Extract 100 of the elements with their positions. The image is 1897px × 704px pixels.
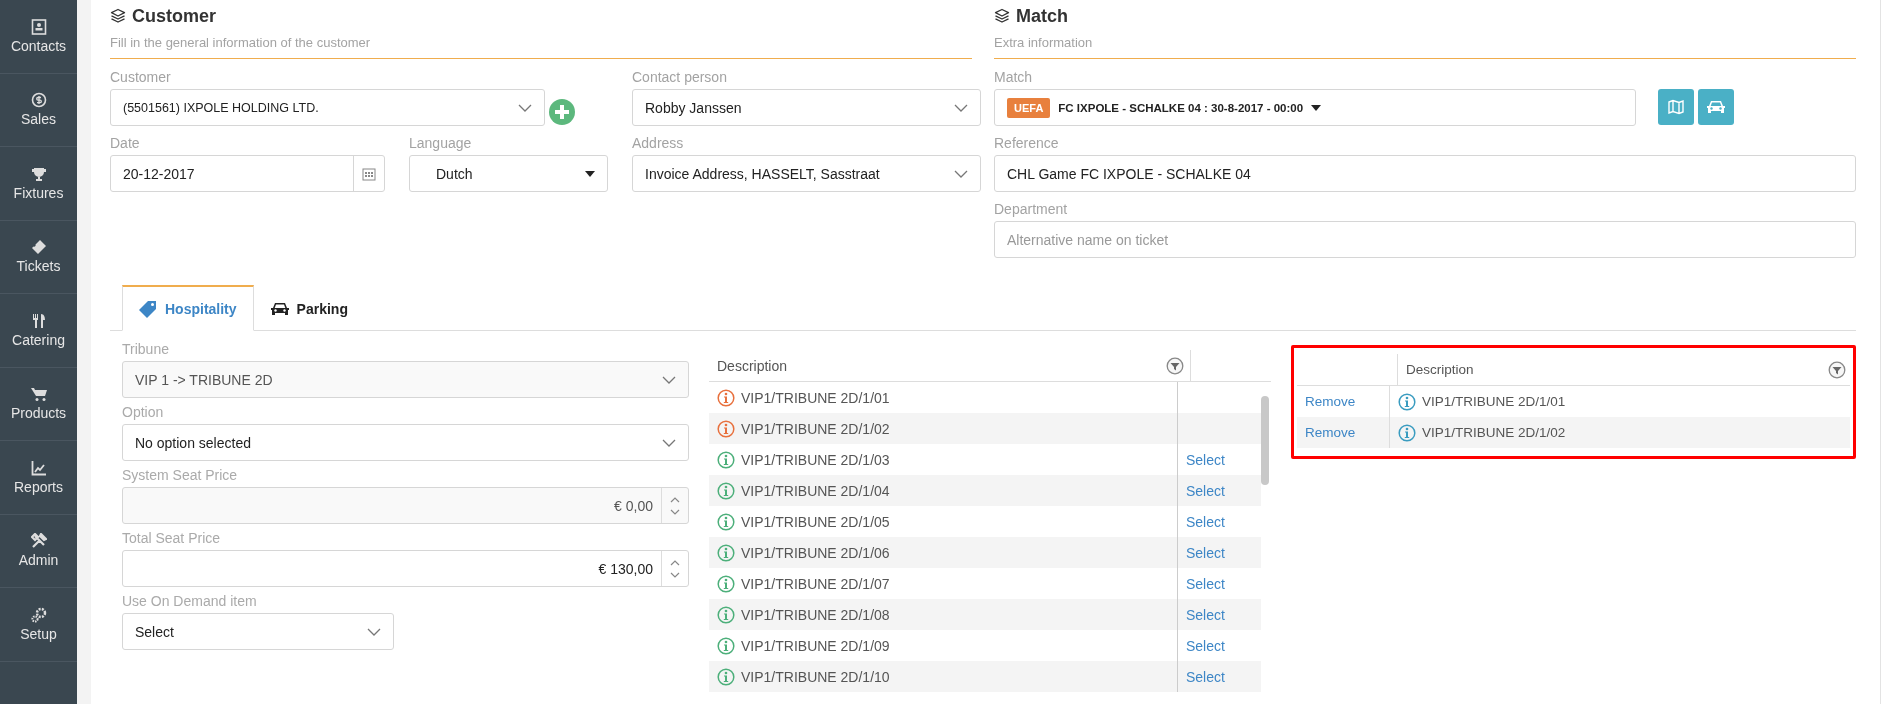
table-cell: VIP1/TRIBUNE 2D/1/07 — [709, 568, 1177, 599]
sidebar-icon — [30, 606, 47, 623]
table-cell: VIP1/TRIBUNE 2D/1/01 — [709, 382, 1177, 413]
layers-icon — [994, 8, 1010, 24]
table-cell: VIP1/TRIBUNE 2D/1/04 — [709, 475, 1177, 506]
info-icon — [717, 667, 735, 686]
info-icon — [717, 512, 735, 531]
table-cell: VIP1/TRIBUNE 2D/1/01 — [1390, 386, 1850, 417]
column-header: Description — [717, 357, 788, 374]
field-label: Language — [409, 135, 472, 151]
address-select[interactable]: Invoice Address, HASSELT, Sasstraat — [632, 155, 981, 192]
chevron-down-icon — [954, 169, 968, 178]
table-cell: VIP1/TRIBUNE 2D/1/06 — [709, 537, 1177, 568]
select-link[interactable]: Select — [1186, 513, 1225, 530]
section-title: Customer — [132, 5, 216, 27]
field-label: Tribune — [122, 341, 169, 357]
contact-person-select[interactable]: Robby Janssen — [632, 89, 981, 126]
select-link[interactable]: Select — [1186, 482, 1225, 499]
sidebar-item[interactable]: Tickets — [0, 220, 77, 294]
competition-badge: UEFA — [1007, 97, 1051, 118]
scrollbar-thumb[interactable] — [1261, 396, 1269, 485]
sidebar-icon — [30, 165, 47, 182]
total-seat-price-field[interactable]: € 130,00 — [122, 550, 689, 587]
filter-icon[interactable] — [1166, 356, 1184, 375]
caret-icon — [1311, 104, 1322, 111]
field-label: Reference — [994, 135, 1059, 151]
customer-select[interactable]: (5501561) IXPOLE HOLDING LTD. — [110, 89, 545, 126]
remove-link[interactable]: Remove — [1305, 394, 1356, 409]
option-select[interactable]: No option selected — [122, 424, 689, 461]
map-button[interactable] — [1658, 89, 1694, 125]
info-icon — [1398, 392, 1416, 411]
filter-icon[interactable] — [1828, 360, 1846, 379]
info-icon — [717, 388, 735, 407]
info-icon — [717, 636, 735, 655]
chevron-down-icon — [662, 438, 676, 447]
reference-field[interactable]: CHL Game FC IXPOLE - SCHALKE 04 — [994, 155, 1856, 192]
date-field[interactable]: 20-12-2017 — [110, 155, 385, 192]
map-icon — [1668, 99, 1684, 115]
section-subtitle: Fill in the general information of the customer — [110, 35, 372, 50]
car-icon — [1707, 100, 1725, 114]
sidebar-icon — [30, 533, 47, 550]
sidebar-item[interactable]: Admin — [0, 514, 77, 588]
field-label: System Seat Price — [122, 467, 238, 483]
language-select[interactable]: Dutch — [409, 155, 608, 192]
sidebar-icon — [30, 92, 47, 109]
sidebar-item[interactable]: Reports — [0, 441, 77, 515]
info-icon — [1398, 423, 1416, 442]
sidebar-item[interactable]: Contacts — [0, 0, 77, 74]
car-icon — [270, 301, 289, 316]
sidebar-icon — [30, 239, 47, 256]
sidebar-item[interactable]: Setup — [0, 588, 77, 662]
caret-icon — [585, 170, 595, 177]
select-link[interactable]: Select — [1186, 668, 1225, 685]
tab[interactable]: Parking — [253, 285, 365, 331]
parking-button[interactable] — [1698, 89, 1734, 125]
tag-icon — [139, 299, 157, 318]
field-label: Total Seat Price — [122, 530, 221, 546]
add-customer-button[interactable] — [549, 99, 575, 125]
field-label: Use On Demand item — [122, 593, 257, 609]
select-link[interactable]: Select — [1186, 606, 1225, 623]
table-cell: VIP1/TRIBUNE 2D/1/05 — [709, 506, 1177, 537]
section-subtitle: Extra information — [994, 35, 1094, 50]
field-label: Match — [994, 69, 1033, 85]
column-header: Description — [1406, 362, 1474, 377]
on-demand-select[interactable]: Select — [122, 613, 394, 650]
info-icon — [717, 450, 735, 469]
chevron-down-icon — [518, 103, 532, 112]
layers-icon — [110, 8, 126, 24]
chevron-down-icon — [954, 103, 968, 112]
field-label: Option — [122, 404, 164, 420]
sidebar-item[interactable]: Sales — [0, 73, 77, 147]
table-cell: VIP1/TRIBUNE 2D/1/08 — [709, 599, 1177, 630]
table-cell: VIP1/TRIBUNE 2D/1/10 — [709, 661, 1177, 692]
sidebar-item[interactable]: Catering — [0, 294, 77, 368]
field-label: Contact person — [632, 69, 727, 85]
chevron-down-icon — [662, 375, 676, 384]
sidebar-icon — [30, 386, 47, 403]
calendar-icon[interactable] — [362, 166, 376, 181]
plus-icon — [555, 105, 569, 119]
tab[interactable]: Hospitality — [122, 285, 254, 331]
sidebar-item[interactable]: Fixtures — [0, 147, 77, 221]
section-title: Match — [1016, 5, 1068, 27]
department-field[interactable]: Alternative name on ticket — [994, 221, 1856, 258]
select-link[interactable]: Select — [1186, 544, 1225, 561]
table-cell: VIP1/TRIBUNE 2D/1/03 — [709, 444, 1177, 475]
sidebar-icon — [30, 312, 47, 329]
field-label: Date — [110, 135, 140, 151]
select-link[interactable]: Select — [1186, 451, 1225, 468]
remove-link[interactable]: Remove — [1305, 425, 1356, 440]
field-label: Department — [994, 201, 1068, 217]
field-label: Address — [632, 135, 684, 151]
sidebar-item[interactable]: Products — [0, 367, 77, 441]
field-label: Customer — [110, 69, 171, 85]
select-link[interactable]: Select — [1186, 637, 1225, 654]
info-icon — [717, 574, 735, 593]
match-select[interactable]: UEFA FC IXPOLE - SCHALKE 04 : 30-8-2017 - 00:00 — [994, 89, 1636, 126]
select-link[interactable]: Select — [1186, 575, 1225, 592]
table-cell: VIP1/TRIBUNE 2D/1/02 — [1390, 417, 1850, 448]
info-icon — [717, 419, 735, 438]
sidebar-icon — [30, 459, 47, 476]
